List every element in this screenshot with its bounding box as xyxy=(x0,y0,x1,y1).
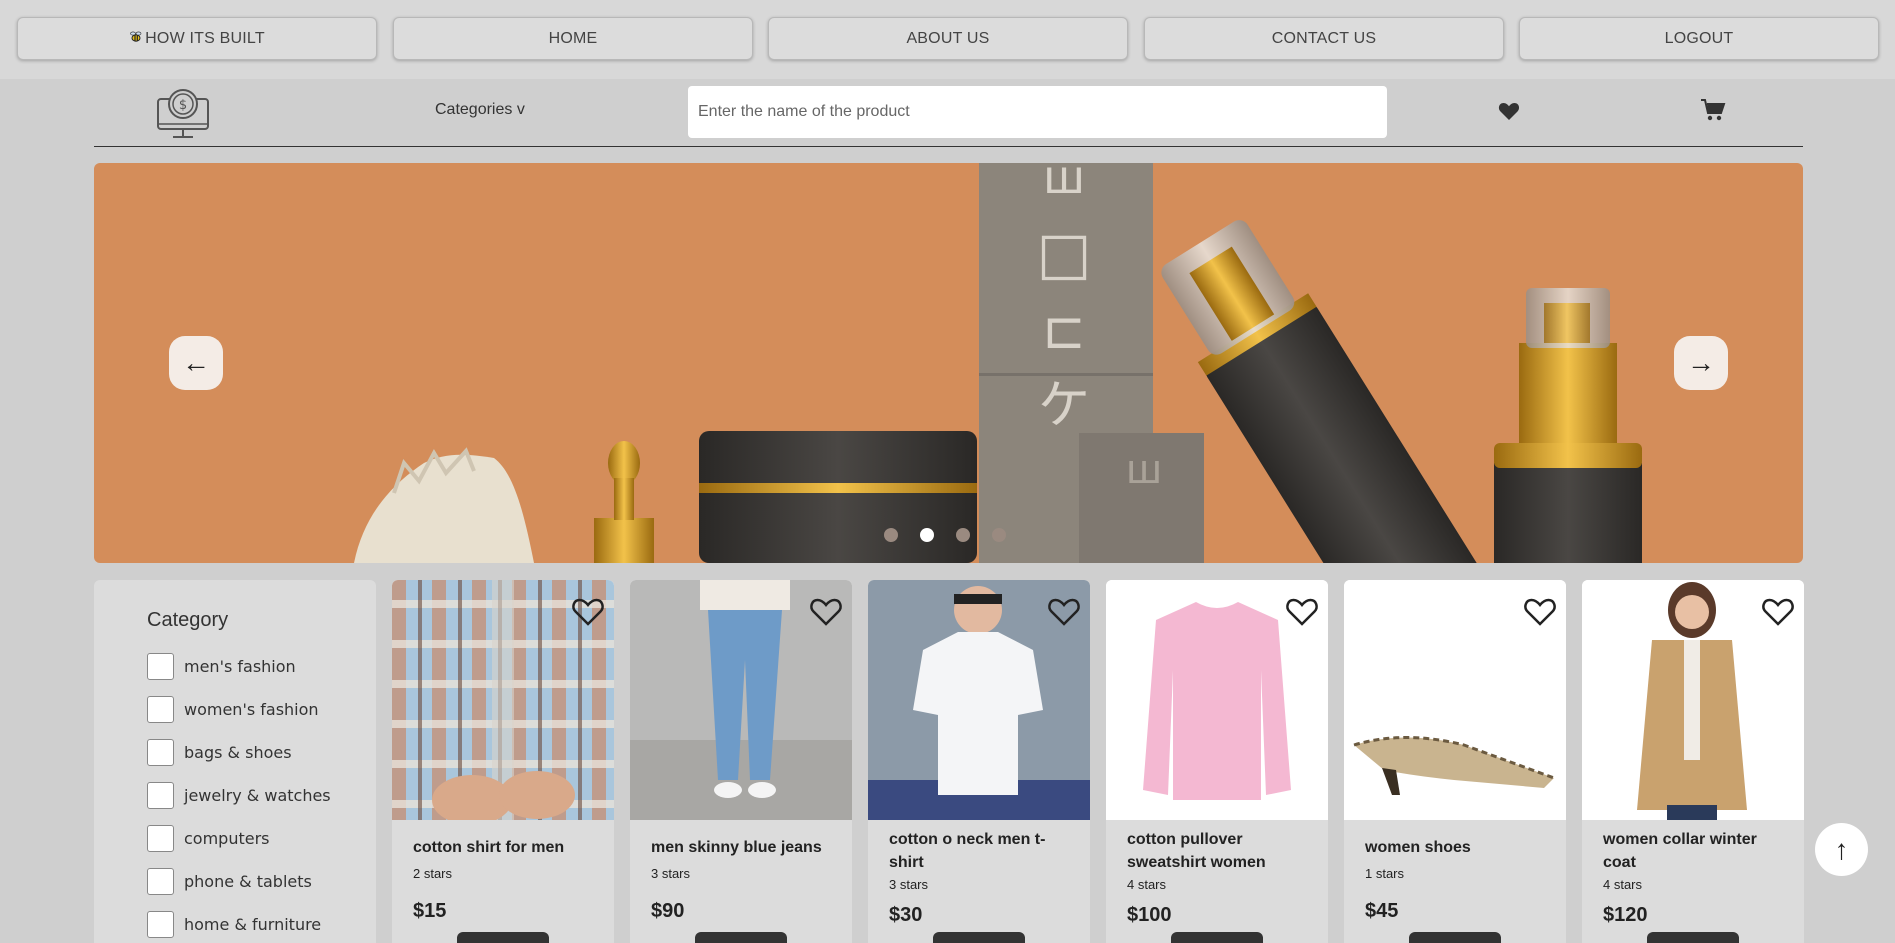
product-price: $45 xyxy=(1365,900,1399,922)
nav-home-button[interactable]: HOME xyxy=(393,17,753,60)
heart-icon[interactable] xyxy=(809,597,843,627)
product-rating: 3 stars xyxy=(651,866,691,881)
add-to-cart-button[interactable] xyxy=(1409,932,1501,943)
carousel-indicators xyxy=(884,528,1006,542)
svg-text:⊏: ⊏ xyxy=(1042,301,1086,361)
site-header: $ Categories v xyxy=(94,79,1803,147)
heart-icon[interactable] xyxy=(1523,597,1557,627)
nav-contact-button[interactable]: CONTACT US xyxy=(1144,17,1504,60)
product-card[interactable]: women shoes 1 stars $45 xyxy=(1344,580,1566,943)
hero-slide-image: ш □ ⊏ ケ ш xyxy=(354,163,1642,563)
svg-text:$: $ xyxy=(179,98,187,113)
product-name[interactable]: women shoes xyxy=(1365,836,1555,859)
svg-text:ケ: ケ xyxy=(1038,376,1090,436)
carousel-dot-1[interactable] xyxy=(884,528,898,542)
product-rating: 3 stars xyxy=(889,877,929,892)
product-price: $120 xyxy=(1603,904,1648,926)
bee-icon xyxy=(129,30,143,47)
category-item-home-furniture[interactable]: home & furniture xyxy=(147,903,331,943)
product-price: $90 xyxy=(651,900,685,922)
nav-about-button[interactable]: ABOUT US xyxy=(768,17,1128,60)
carousel-dot-4[interactable] xyxy=(992,528,1006,542)
carousel-dot-2[interactable] xyxy=(920,528,934,542)
category-item-womens-fashion[interactable]: women's fashion xyxy=(147,688,331,731)
category-checkbox[interactable] xyxy=(147,825,174,852)
category-filter-panel: Category men's fashion women's fashion b… xyxy=(94,580,376,943)
category-list: men's fashion women's fashion bags & sho… xyxy=(147,645,331,943)
product-price: $100 xyxy=(1127,904,1172,926)
heart-icon[interactable] xyxy=(1047,597,1081,627)
add-to-cart-button[interactable] xyxy=(1171,932,1263,943)
category-label: women's fashion xyxy=(184,700,319,719)
category-label: men's fashion xyxy=(184,657,296,676)
product-card[interactable]: cotton pullover sweatshirt women 4 stars… xyxy=(1106,580,1328,943)
category-heading: Category xyxy=(147,609,229,631)
category-label: phone & tablets xyxy=(184,872,312,891)
add-to-cart-button[interactable] xyxy=(933,932,1025,943)
search-input[interactable] xyxy=(688,86,1387,138)
product-name[interactable]: women collar winter coat xyxy=(1603,828,1793,874)
categories-dropdown[interactable]: Categories v xyxy=(435,101,525,119)
product-price: $30 xyxy=(889,904,923,926)
category-item-bags-shoes[interactable]: bags & shoes xyxy=(147,731,331,774)
nav-home-label: HOME xyxy=(548,29,598,47)
product-card[interactable]: women collar winter coat 4 stars $120 xyxy=(1582,580,1804,943)
product-rating: 2 stars xyxy=(413,866,453,881)
nav-about-label: ABOUT US xyxy=(906,29,990,47)
heart-icon[interactable] xyxy=(571,597,605,627)
nav-logout-label: LOGOUT xyxy=(1664,29,1734,47)
heart-icon[interactable] xyxy=(1761,597,1795,627)
nav-contact-label: CONTACT US xyxy=(1271,29,1377,47)
product-name[interactable]: cotton pullover sweatshirt women xyxy=(1127,828,1317,874)
product-rating: 4 stars xyxy=(1127,877,1167,892)
category-checkbox[interactable] xyxy=(147,782,174,809)
category-checkbox[interactable] xyxy=(147,911,174,938)
category-checkbox[interactable] xyxy=(147,653,174,680)
product-name[interactable]: men skinny blue jeans xyxy=(651,836,841,859)
product-card[interactable]: cotton shirt for men 2 stars $15 xyxy=(392,580,614,943)
category-label: bags & shoes xyxy=(184,743,292,762)
carousel-dot-3[interactable] xyxy=(956,528,970,542)
svg-text:ш: ш xyxy=(1126,447,1163,493)
top-navigation: HOW ITS BUILT HOME ABOUT US CONTACT US L… xyxy=(0,0,1895,79)
carousel-next-button[interactable]: → xyxy=(1674,336,1728,390)
product-name[interactable]: cotton o neck men t-shirt xyxy=(889,828,1079,874)
hero-carousel[interactable]: ш □ ⊏ ケ ш ← → xyxy=(94,163,1803,563)
nav-how-its-built-label: HOW ITS BUILT xyxy=(145,29,265,47)
category-label: home & furniture xyxy=(184,915,322,934)
carousel-prev-button[interactable]: ← xyxy=(169,336,223,390)
category-label: jewelry & watches xyxy=(184,786,331,805)
nav-how-its-built-button[interactable]: HOW ITS BUILT xyxy=(17,17,377,60)
product-name[interactable]: cotton shirt for men xyxy=(413,836,603,859)
category-item-jewelry-watches[interactable]: jewelry & watches xyxy=(147,774,331,817)
back-to-top-button[interactable]: ↑ xyxy=(1815,823,1868,876)
computer-dollar-logo[interactable]: $ xyxy=(156,85,210,141)
product-rating: 1 stars xyxy=(1365,866,1405,881)
add-to-cart-button[interactable] xyxy=(695,932,787,943)
category-label: computers xyxy=(184,829,270,848)
add-to-cart-button[interactable] xyxy=(1647,932,1739,943)
category-checkbox[interactable] xyxy=(147,696,174,723)
product-card[interactable]: men skinny blue jeans 3 stars $90 xyxy=(630,580,852,943)
product-rating: 4 stars xyxy=(1603,877,1643,892)
add-to-cart-button[interactable] xyxy=(457,932,549,943)
category-item-phone-tablets[interactable]: phone & tablets xyxy=(147,860,331,903)
product-card[interactable]: cotton o neck men t-shirt 3 stars $30 xyxy=(868,580,1090,943)
heart-icon[interactable] xyxy=(1285,597,1319,627)
category-item-computers[interactable]: computers xyxy=(147,817,331,860)
svg-text:□: □ xyxy=(1037,219,1092,287)
category-checkbox[interactable] xyxy=(147,739,174,766)
svg-text:ш: ш xyxy=(1043,163,1085,204)
heart-icon[interactable] xyxy=(1497,99,1521,123)
nav-logout-button[interactable]: LOGOUT xyxy=(1519,17,1879,60)
category-item-mens-fashion[interactable]: men's fashion xyxy=(147,645,331,688)
category-checkbox[interactable] xyxy=(147,868,174,895)
cart-icon[interactable] xyxy=(1700,98,1726,122)
product-price: $15 xyxy=(413,900,447,922)
